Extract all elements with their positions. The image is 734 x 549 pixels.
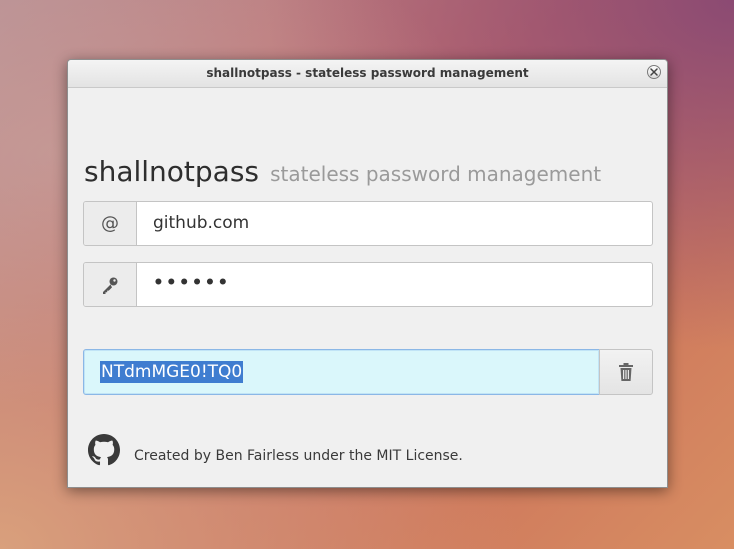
close-button[interactable]: [647, 65, 661, 79]
clear-button[interactable]: [599, 349, 653, 395]
domain-field-addon: @: [84, 202, 137, 245]
close-icon: [650, 68, 658, 76]
domain-input[interactable]: github.com: [153, 213, 249, 233]
trash-icon: [619, 363, 633, 381]
title-bar[interactable]: shallnotpass - stateless password manage…: [68, 60, 667, 88]
at-sign-icon: @: [101, 213, 119, 234]
generated-password-field[interactable]: NTdmMGE0!TQ0: [83, 349, 600, 395]
key-icon: [103, 277, 118, 294]
footer-text: Created by Ben Fairless under the MIT Li…: [134, 448, 463, 464]
page-title: shallnotpass stateless password manageme…: [84, 155, 601, 188]
app-name: shallnotpass: [84, 155, 260, 188]
password-field-addon: [84, 263, 137, 306]
window-title: shallnotpass - stateless password manage…: [206, 66, 529, 80]
password-field[interactable]: ••••••: [83, 262, 653, 307]
app-window: shallnotpass - stateless password manage…: [67, 59, 668, 488]
github-icon[interactable]: [88, 434, 120, 466]
app-tagline: stateless password management: [270, 162, 602, 186]
domain-field[interactable]: @ github.com: [83, 201, 653, 246]
password-input[interactable]: ••••••: [153, 273, 230, 293]
generated-password-text[interactable]: NTdmMGE0!TQ0: [100, 361, 244, 383]
generated-password-row: NTdmMGE0!TQ0: [83, 349, 653, 395]
